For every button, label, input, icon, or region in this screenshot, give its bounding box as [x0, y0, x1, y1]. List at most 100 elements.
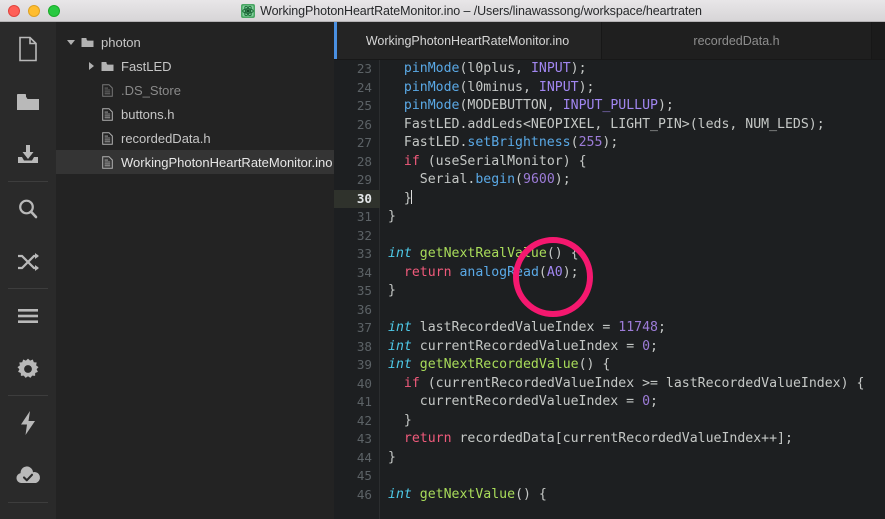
- code-token: setBrightness: [467, 135, 571, 150]
- tree-item-photon[interactable]: photon: [56, 30, 334, 54]
- code-token: pinMode: [403, 79, 460, 95]
- file-icon: [98, 83, 116, 97]
- code-token: int: [388, 486, 412, 502]
- code-token: (l0minus,: [459, 79, 539, 95]
- window-title: WorkingPhotonHeartRateMonitor.ino – /Use…: [260, 4, 702, 18]
- line-number: 29: [356, 172, 372, 187]
- code-token: );: [602, 135, 619, 150]
- code-token: pinMode: [403, 61, 460, 76]
- tree-item-fastled[interactable]: FastLED: [56, 54, 334, 78]
- tree-item-ds-store[interactable]: .DS_Store: [56, 78, 334, 102]
- tree-item-recordeddata-h[interactable]: recordedData.h: [56, 126, 334, 150]
- code-line[interactable]: 46 int getNextValue() {: [334, 486, 885, 505]
- line-number: 32: [356, 227, 372, 243]
- line-number: 46: [356, 486, 372, 502]
- code-token: int: [388, 357, 412, 372]
- code-line[interactable]: 45: [334, 467, 885, 486]
- chevron-placeholder: [84, 78, 98, 102]
- code-line[interactable]: 40 if (currentRecordedValueIndex >= last…: [334, 375, 885, 394]
- code-line[interactable]: 25 pinMode(MODEBUTTON, INPUT_PULLUP);: [334, 97, 885, 116]
- code-token: () {: [546, 246, 579, 261]
- chevron-down-icon[interactable]: [64, 30, 78, 54]
- minimize-button[interactable]: [28, 4, 40, 17]
- code-line-text: pinMode(MODEBUTTON, INPUT_PULLUP);: [388, 97, 674, 116]
- code-token: currentRecordedValueIndex =: [388, 394, 643, 409]
- code-line[interactable]: 39 int getNextRecordedValue() {: [334, 356, 885, 375]
- rail-item-shuffle[interactable]: [0, 235, 56, 288]
- code-line-text: int getNextValue() {: [388, 486, 547, 505]
- title-bar: WorkingPhotonHeartRateMonitor.ino – /Use…: [0, 0, 885, 22]
- code-line[interactable]: 23 pinMode(l0plus, INPUT);: [334, 60, 885, 79]
- code-line[interactable]: 30 }: [334, 189, 885, 209]
- code-token: }: [388, 412, 412, 428]
- rail-item-search[interactable]: [0, 182, 56, 235]
- code-line[interactable]: 34 return analogRead(A0);: [334, 264, 885, 283]
- code-line[interactable]: 24 pinMode(l0minus, INPUT);: [334, 79, 885, 98]
- code-token: );: [578, 79, 595, 95]
- rail-item-import[interactable]: [0, 128, 56, 181]
- new-file-icon: [17, 36, 39, 62]
- rail-item-menu[interactable]: [0, 289, 56, 342]
- code-line[interactable]: 43 return recordedData[currentRecordedVa…: [334, 430, 885, 449]
- code-token: }: [388, 190, 412, 206]
- code-token: 255: [578, 135, 603, 150]
- tab-recorded-data[interactable]: recordedData.h: [602, 22, 872, 59]
- code-token: lastRecordedValueIndex =: [411, 320, 619, 335]
- code-line-text: currentRecordedValueIndex = 0;: [388, 393, 658, 412]
- tree-item-buttons-h[interactable]: buttons.h: [56, 102, 334, 126]
- chevron-right-icon[interactable]: [84, 54, 98, 78]
- code-line[interactable]: 32: [334, 227, 885, 246]
- code-line[interactable]: 33 int getNextRealValue() {: [334, 245, 885, 264]
- code-line[interactable]: 31}: [334, 208, 885, 227]
- code-line[interactable]: 35}: [334, 282, 885, 301]
- line-number: 45: [356, 468, 372, 483]
- gear-icon: [16, 357, 40, 381]
- code-line-text: }: [388, 189, 412, 209]
- line-number: 27: [356, 135, 372, 150]
- code-line[interactable]: 28 if (useSerialMonitor) {: [334, 153, 885, 172]
- rail-item-folder[interactable]: [0, 75, 56, 128]
- rail-item-new-file[interactable]: [0, 22, 56, 75]
- code-line[interactable]: 44}: [334, 449, 885, 468]
- code-token: INPUT: [538, 79, 579, 95]
- code-line[interactable]: 36: [334, 301, 885, 320]
- code-line[interactable]: 38 int currentRecordedValueIndex = 0;: [334, 338, 885, 357]
- code-token: recordedData[currentRecordedValueIndex++…: [451, 431, 793, 446]
- code-token: if: [403, 153, 420, 169]
- close-button[interactable]: [8, 4, 20, 17]
- code-line[interactable]: 29 Serial.begin(9600);: [334, 171, 885, 190]
- code-line-text: if (useSerialMonitor) {: [388, 153, 587, 172]
- code-line[interactable]: 41 currentRecordedValueIndex = 0;: [334, 393, 885, 412]
- atom-editor-window: WorkingPhotonHeartRateMonitor.ino – /Use…: [0, 0, 885, 519]
- zoom-button[interactable]: [48, 4, 60, 17]
- rail-item-cloud[interactable]: [0, 449, 56, 502]
- code-line[interactable]: 42 }: [334, 412, 885, 431]
- rail-item-flash[interactable]: [0, 396, 56, 449]
- tab-working-photon-heart-rate-monitor[interactable]: WorkingPhotonHeartRateMonitor.ino: [334, 22, 602, 59]
- code-line-text: pinMode(l0minus, INPUT);: [388, 79, 595, 98]
- code-token: (MODEBUTTON,: [459, 98, 563, 113]
- tree-item-workingphotonheartratemonitor-ino[interactable]: WorkingPhotonHeartRateMonitor.ino: [56, 150, 334, 174]
- tree-item-label: .DS_Store: [121, 82, 181, 98]
- folder-icon: [78, 37, 96, 48]
- lightning-icon: [18, 410, 38, 436]
- line-number: 35: [356, 283, 372, 298]
- code-token: );: [657, 98, 674, 113]
- code-token: ;: [650, 338, 658, 354]
- code-token: }: [388, 283, 396, 298]
- code-line[interactable]: 26 FastLED.addLeds<NEOPIXEL, LIGHT_PIN>(…: [334, 116, 885, 135]
- code-line-text: int lastRecordedValueIndex = 11748;: [388, 319, 666, 338]
- line-number: 42: [356, 412, 372, 428]
- rail-item-settings[interactable]: [0, 342, 56, 395]
- window-controls[interactable]: [0, 4, 60, 17]
- code-line[interactable]: 37 int lastRecordedValueIndex = 11748;: [334, 319, 885, 338]
- code-line[interactable]: 27 FastLED.setBrightness(255);: [334, 134, 885, 153]
- tree-item-label: recordedData.h: [121, 130, 211, 146]
- line-number: 33: [356, 246, 372, 261]
- code-token: getNextRecordedValue: [419, 357, 579, 372]
- code-editor[interactable]: 23 pinMode(l0plus, INPUT); 24 pinMode(l0m…: [334, 60, 885, 519]
- tree-item-label: buttons.h: [121, 106, 175, 122]
